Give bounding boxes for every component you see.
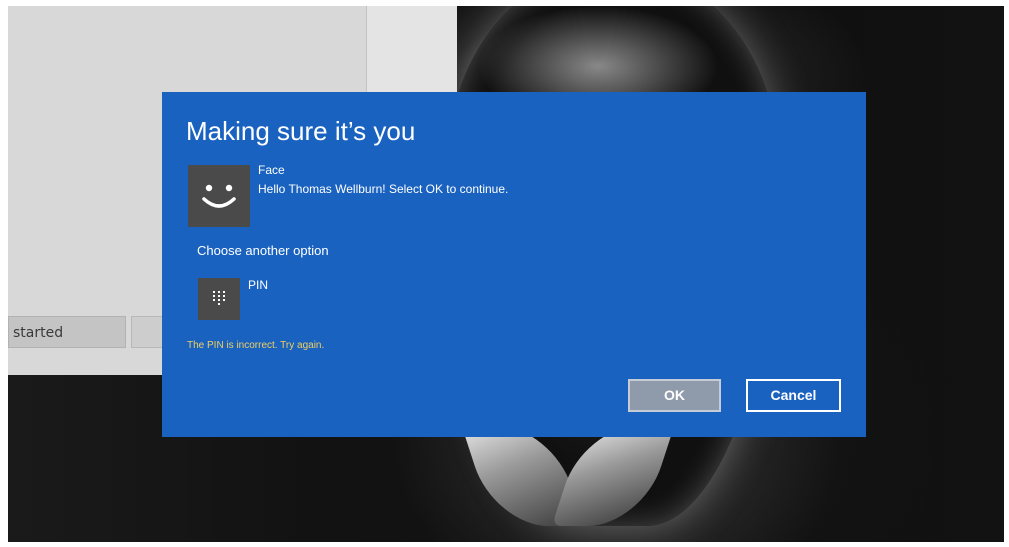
windows-hello-dialog: Making sure it’s you Face Hello Thomas W… xyxy=(162,92,866,437)
smiley-face-icon xyxy=(188,165,250,227)
keypad-icon xyxy=(198,278,240,320)
choose-another-option-link[interactable]: Choose another option xyxy=(197,243,329,258)
screen: started Making sure it’s you Face Hello … xyxy=(8,6,1004,542)
pin-sign-in-option[interactable]: PIN xyxy=(198,278,398,322)
face-option-label: Face xyxy=(258,163,285,177)
pin-error-message: The PIN is incorrect. Try again. xyxy=(187,340,325,351)
ok-button[interactable]: OK xyxy=(628,379,721,412)
background-started-tab: started xyxy=(8,316,126,348)
face-greeting-message: Hello Thomas Wellburn! Select OK to cont… xyxy=(258,182,509,196)
cancel-button[interactable]: Cancel xyxy=(746,379,841,412)
dialog-title: Making sure it’s you xyxy=(186,116,416,146)
pin-option-label: PIN xyxy=(248,278,269,292)
face-sign-in-option[interactable]: Face Hello Thomas Wellburn! Select OK to… xyxy=(188,163,828,227)
